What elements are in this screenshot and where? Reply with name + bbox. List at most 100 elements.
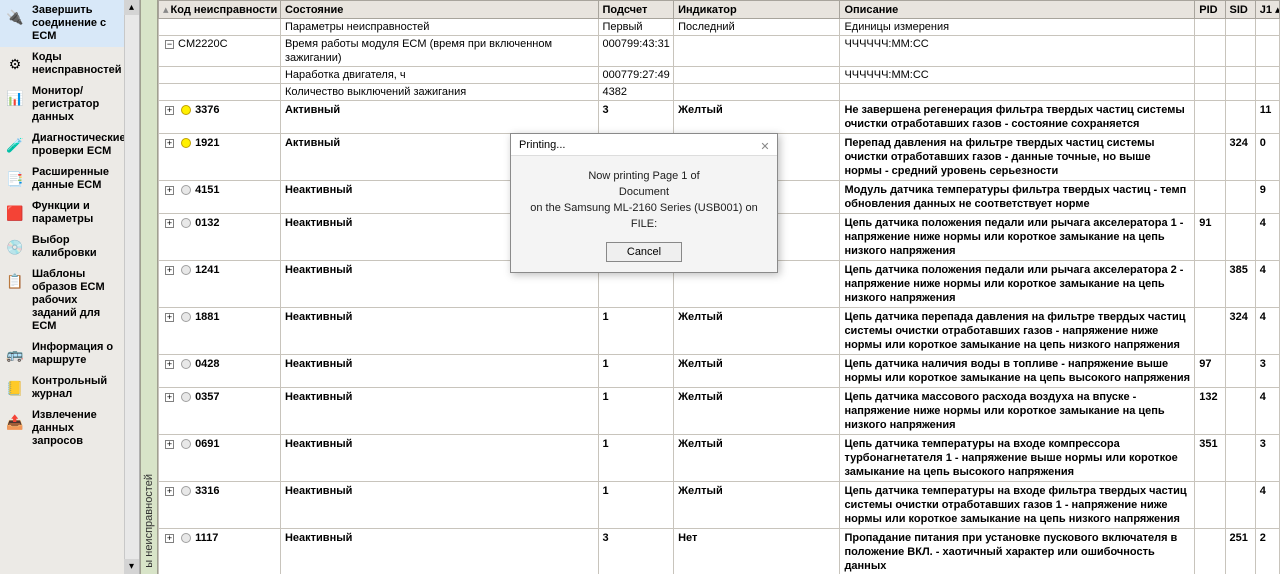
faults-table: ▴Код неисправности Состояние Подсчет Инд… — [158, 0, 1280, 574]
cell-sid — [1225, 355, 1255, 388]
cell-pid — [1195, 181, 1225, 214]
expand-icon[interactable]: + — [165, 266, 174, 275]
cell-count: 1 — [598, 355, 674, 388]
sidebar-item[interactable]: 🔌 Завершить соединение с ECM — [0, 0, 125, 47]
sidebar-scrollbar[interactable]: ▴ ▾ — [124, 0, 139, 574]
col-count[interactable]: Подсчет — [598, 1, 674, 19]
cell-pid — [1195, 67, 1225, 84]
cell-state: Количество выключений зажигания — [280, 84, 598, 101]
cell-sid — [1225, 435, 1255, 482]
dialog-titlebar[interactable]: Printing... ✕ — [511, 134, 777, 156]
col-ind[interactable]: Индикатор — [674, 1, 840, 19]
cancel-button[interactable]: Cancel — [606, 242, 682, 262]
cell-sid — [1225, 181, 1255, 214]
sidebar-item[interactable]: 📒 Контрольный журнал — [0, 371, 125, 405]
sidebar-icon: 🟥 — [2, 200, 28, 226]
fault-row[interactable]: + 1117 Неактивный 3 Нет Пропадание питан… — [159, 529, 1280, 574]
scroll-down-icon[interactable]: ▾ — [124, 559, 139, 574]
cell-code: + 0691 — [159, 435, 281, 482]
table-header-row: ▴Код неисправности Состояние Подсчет Инд… — [159, 1, 1280, 19]
cell-j1: 4 — [1255, 482, 1279, 529]
col-pid[interactable]: PID — [1195, 1, 1225, 19]
table-row[interactable]: Наработка двигателя, ч 000779:27:49 ЧЧЧЧ… — [159, 67, 1280, 84]
cell-desc: Цепь датчика температуры на входе фильтр… — [840, 482, 1195, 529]
cell-j1: 0 — [1255, 134, 1279, 181]
expand-icon[interactable]: + — [165, 487, 174, 496]
dialog-line1: Now printing Page 1 of — [519, 168, 769, 184]
status-dot-icon — [181, 312, 191, 322]
fault-row[interactable]: + 3316 Неактивный 1 Желтый Цепь датчика … — [159, 482, 1280, 529]
table-row[interactable]: Параметры неисправностей Первый Последни… — [159, 19, 1280, 36]
sidebar-item[interactable]: 🧪 Диагностические проверки ECM — [0, 128, 125, 162]
expand-icon[interactable]: + — [165, 393, 174, 402]
fault-row[interactable]: + 3376 Активный 3 Желтый Не завершена ре… — [159, 101, 1280, 134]
cell-ind — [674, 84, 840, 101]
cell-j1 — [1255, 84, 1279, 101]
fault-row[interactable]: + 0428 Неактивный 1 Желтый Цепь датчика … — [159, 355, 1280, 388]
cell-count: 4382 — [598, 84, 674, 101]
sidebar-item-label: Коды неисправностей — [32, 51, 121, 77]
sidebar-item[interactable]: 💿 Выбор калибровки — [0, 230, 125, 264]
sidebar-icon: 📑 — [2, 166, 28, 192]
expand-icon[interactable]: + — [165, 219, 174, 228]
cell-pid — [1195, 84, 1225, 101]
cell-j1: 4 — [1255, 388, 1279, 435]
sidebar-item[interactable]: 📋 Шаблоны образов ECM рабочих заданий дл… — [0, 264, 125, 337]
cell-ind: Последний — [674, 19, 840, 36]
collapse-icon[interactable]: − — [165, 40, 174, 49]
cell-desc: Цепь датчика массового расхода воздуха н… — [840, 388, 1195, 435]
cell-state: Неактивный — [280, 482, 598, 529]
status-dot-icon — [181, 185, 191, 195]
sidebar-item[interactable]: 📊 Монитор/регистратор данных — [0, 81, 125, 128]
cell-code: + 4151 — [159, 181, 281, 214]
cell-desc: Цепь датчика положения педали или рычага… — [840, 214, 1195, 261]
col-j1[interactable]: J1 ▴ — [1255, 1, 1279, 19]
expand-icon[interactable]: + — [165, 440, 174, 449]
table-row[interactable]: Количество выключений зажигания 4382 — [159, 84, 1280, 101]
cell-ind: Желтый — [674, 482, 840, 529]
cell-j1 — [1255, 19, 1279, 36]
cell-ind: Желтый — [674, 308, 840, 355]
expand-icon[interactable]: + — [165, 313, 174, 322]
cell-code: + 1881 — [159, 308, 281, 355]
cell-sid — [1225, 482, 1255, 529]
sidebar-item-label: Диагностические проверки ECM — [32, 132, 126, 158]
cell-j1: 9 — [1255, 181, 1279, 214]
close-icon[interactable]: ✕ — [757, 136, 773, 152]
cell-code: + 3316 — [159, 482, 281, 529]
expand-icon[interactable]: + — [165, 139, 174, 148]
status-dot-icon — [181, 218, 191, 228]
cell-ind — [674, 67, 840, 84]
expand-icon[interactable]: + — [165, 106, 174, 115]
sidebar-item[interactable]: 🚌 Информация о маршруте — [0, 337, 125, 371]
cell-ind — [674, 36, 840, 67]
dialog-title: Printing... — [519, 139, 565, 151]
scroll-up-icon[interactable]: ▴ — [124, 0, 139, 15]
expand-icon[interactable]: + — [165, 186, 174, 195]
fault-row[interactable]: + 1881 Неактивный 1 Желтый Цепь датчика … — [159, 308, 1280, 355]
sidebar-item[interactable]: 📤 Извлечение данных запросов — [0, 405, 125, 452]
faults-table-area: ▴Код неисправности Состояние Подсчет Инд… — [158, 0, 1280, 574]
sidebar-item[interactable]: 🟥 Функции и параметры — [0, 196, 125, 230]
sidebar-item[interactable]: 📑 Расширенные данные ECM — [0, 162, 125, 196]
col-code[interactable]: ▴Код неисправности — [159, 1, 281, 19]
sidebar-item[interactable]: ⚙ Коды неисправностей — [0, 47, 125, 81]
status-dot-icon — [181, 138, 191, 148]
sidebar-icon: 🔌 — [2, 4, 28, 30]
cell-state: Неактивный — [280, 435, 598, 482]
cell-j1 — [1255, 36, 1279, 67]
col-desc[interactable]: Описание — [840, 1, 1195, 19]
cell-desc: Не завершена регенерация фильтра твердых… — [840, 101, 1195, 134]
vertical-tab-faults[interactable]: ы неисправностей — [140, 0, 158, 574]
fault-row[interactable]: + 0691 Неактивный 1 Желтый Цепь датчика … — [159, 435, 1280, 482]
expand-icon[interactable]: + — [165, 360, 174, 369]
sidebar-item-label: Шаблоны образов ECM рабочих заданий для … — [32, 268, 121, 333]
col-sid[interactable]: SID — [1225, 1, 1255, 19]
fault-row[interactable]: + 0357 Неактивный 1 Желтый Цепь датчика … — [159, 388, 1280, 435]
col-state[interactable]: Состояние — [280, 1, 598, 19]
expand-icon[interactable]: + — [165, 534, 174, 543]
cell-state: Наработка двигателя, ч — [280, 67, 598, 84]
status-dot-icon — [181, 265, 191, 275]
cell-pid — [1195, 261, 1225, 308]
table-row[interactable]: −CM2220C Время работы модуля ECM (время … — [159, 36, 1280, 67]
